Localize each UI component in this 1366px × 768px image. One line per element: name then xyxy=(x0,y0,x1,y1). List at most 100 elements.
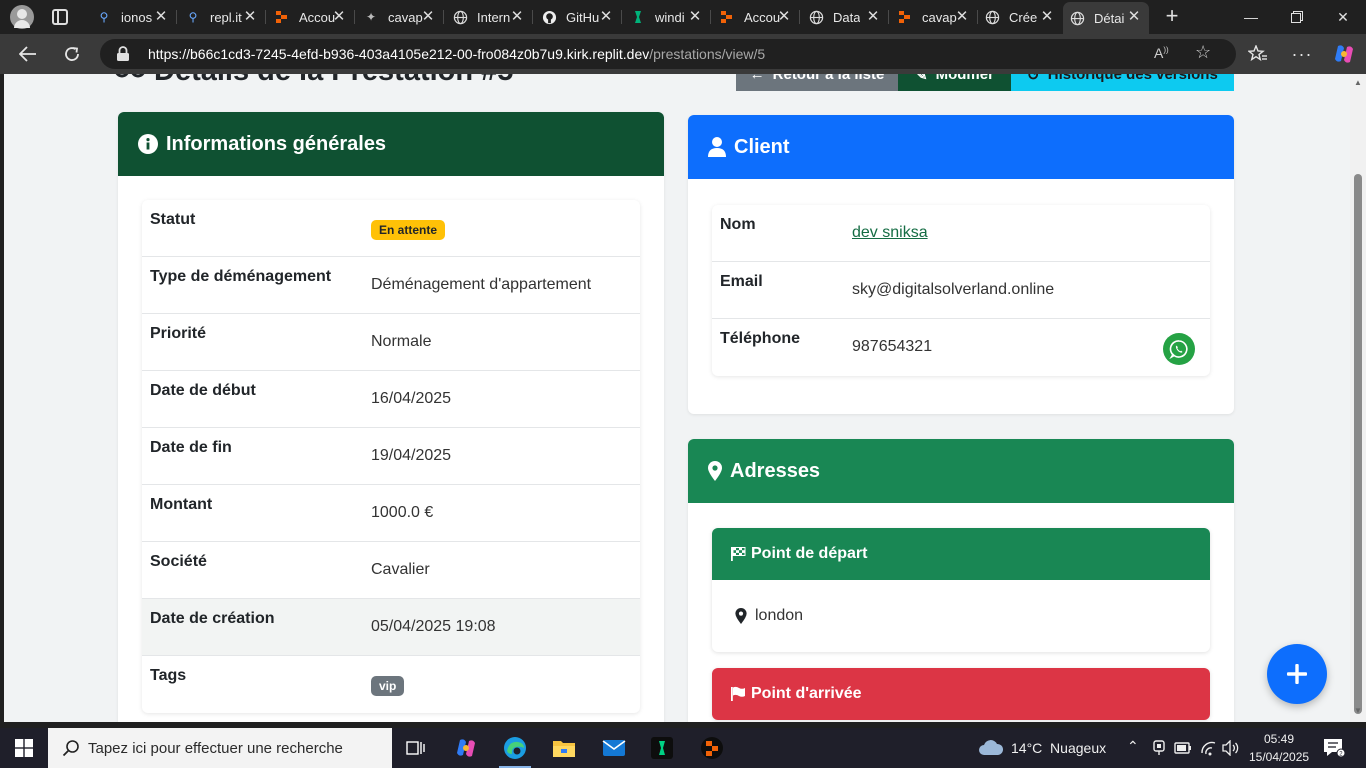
lock-icon[interactable] xyxy=(116,46,130,62)
close-icon[interactable]: ✕ xyxy=(866,9,880,25)
more-menu-icon[interactable]: ··· xyxy=(1288,40,1316,68)
info-row-priority: Priorité Normale xyxy=(142,314,640,371)
page-scrollbar[interactable]: ▲ ▼ xyxy=(1350,74,1366,722)
read-aloud-icon[interactable]: A)) xyxy=(1154,45,1169,61)
reload-icon[interactable] xyxy=(58,40,86,68)
minimize-icon[interactable]: — xyxy=(1228,0,1274,34)
close-icon[interactable]: ✕ xyxy=(332,9,346,25)
replit-app-icon[interactable] xyxy=(688,728,736,768)
browser-tab[interactable]: Crée ✕ xyxy=(978,2,1062,32)
app-leaf-icon[interactable] xyxy=(638,728,686,768)
restore-icon[interactable] xyxy=(1274,0,1320,34)
notification-center-icon[interactable]: 2 xyxy=(1323,738,1346,763)
client-title: Client xyxy=(734,135,790,158)
client-header: Client xyxy=(688,115,1234,179)
info-label: Type de déménagement xyxy=(150,268,332,285)
browser-tab-active[interactable]: Détai ✕ xyxy=(1063,2,1149,34)
browser-tab[interactable]: Accou ✕ xyxy=(266,2,354,32)
info-value: 1000.0 € xyxy=(371,504,434,521)
client-name-link[interactable]: dev sniksa xyxy=(852,224,928,242)
tab-actions-icon[interactable] xyxy=(52,9,68,25)
favorite-star-icon[interactable]: ☆ xyxy=(1195,42,1211,63)
edit-button[interactable]: ✎ Modifier xyxy=(898,74,1011,91)
scroll-up-icon[interactable]: ▲ xyxy=(1354,78,1362,87)
info-label: Montant xyxy=(150,496,213,513)
close-icon[interactable]: ✕ xyxy=(154,9,168,25)
flag-icon xyxy=(730,686,746,702)
weather-text[interactable]: 14°C Nuageux xyxy=(1011,740,1106,756)
add-fab-button[interactable] xyxy=(1267,644,1327,704)
info-row-status: Statut En attente xyxy=(142,200,640,257)
chevron-up-icon[interactable]: ⌃ xyxy=(1127,738,1139,755)
addresses-card: Adresses Point de départ london Point d'… xyxy=(688,439,1234,722)
globe-icon xyxy=(808,9,824,25)
close-icon[interactable]: ✕ xyxy=(1127,9,1141,25)
checkered-flag-icon xyxy=(730,546,746,562)
favorites-icon[interactable] xyxy=(1244,40,1272,68)
window-close-icon[interactable]: ✕ xyxy=(1320,0,1366,34)
edge-browser-icon[interactable] xyxy=(491,728,539,768)
arrow-left-icon: ← xyxy=(749,74,765,83)
back-to-list-button[interactable]: ← Retour à la liste xyxy=(736,74,898,91)
departure-address: london xyxy=(755,607,804,624)
browser-tab[interactable]: windi ✕ xyxy=(622,2,710,32)
tab-label: repl.it xyxy=(210,9,242,25)
browser-tab[interactable]: Accou ✕ xyxy=(711,2,799,32)
tab-label: Accou xyxy=(744,9,781,25)
meet-now-icon[interactable] xyxy=(1152,740,1166,761)
whatsapp-button[interactable] xyxy=(1163,333,1195,365)
search-icon: ⚲ xyxy=(99,10,109,24)
browser-tab[interactable]: ✦ cavap ✕ xyxy=(355,2,443,32)
arrival-card: Point d'arrivée xyxy=(712,668,1210,720)
volume-icon[interactable] xyxy=(1222,739,1240,761)
browser-tab[interactable]: GitHu ✕ xyxy=(533,2,621,32)
wifi-icon[interactable] xyxy=(1200,740,1218,761)
browser-tab[interactable]: ⚲ repl.it ✕ xyxy=(177,2,265,32)
cloud-icon[interactable] xyxy=(978,738,1004,761)
task-view-icon[interactable] xyxy=(392,728,440,768)
url-bar[interactable]: https://b66c1cd3-7245-4efd-b936-403a4105… xyxy=(100,39,1236,69)
info-row-created: Date de création 05/04/2025 19:08 xyxy=(142,599,640,656)
copilot-icon[interactable] xyxy=(1330,40,1358,68)
browser-tab[interactable]: Intern ✕ xyxy=(444,2,532,32)
battery-icon[interactable] xyxy=(1174,741,1192,760)
close-icon[interactable]: ✕ xyxy=(421,9,435,25)
scroll-down-icon[interactable]: ▼ xyxy=(1354,706,1362,715)
close-icon[interactable]: ✕ xyxy=(510,9,524,25)
copilot-app-icon[interactable] xyxy=(442,728,490,768)
file-explorer-icon[interactable] xyxy=(540,728,588,768)
info-label: Tags xyxy=(150,667,187,684)
scrollbar-thumb[interactable] xyxy=(1354,174,1362,714)
client-row-phone: Téléphone 987654321 xyxy=(712,319,1210,376)
info-value: Cavalier xyxy=(371,561,430,578)
globe-icon xyxy=(984,9,1000,25)
back-arrow-icon[interactable] xyxy=(14,40,42,68)
arrival-title: Point d'arrivée xyxy=(751,685,862,702)
leaf-icon xyxy=(630,9,646,25)
clock-time[interactable]: 05:49 xyxy=(1264,732,1294,746)
version-history-button[interactable]: ↺ Historique des versions xyxy=(1011,74,1234,91)
close-icon[interactable]: ✕ xyxy=(599,9,613,25)
browser-tab[interactable]: Data ✕ xyxy=(800,2,888,32)
close-icon[interactable]: ✕ xyxy=(243,9,257,25)
departure-title: Point de départ xyxy=(751,545,868,562)
close-icon[interactable]: ✕ xyxy=(955,9,969,25)
close-icon[interactable]: ✕ xyxy=(1040,9,1054,25)
tab-label: Accou xyxy=(299,9,336,25)
profile-avatar[interactable] xyxy=(10,5,34,29)
replit-icon xyxy=(719,9,735,25)
close-icon[interactable]: ✕ xyxy=(688,9,702,25)
browser-tab[interactable]: ⚲ ionos ✕ xyxy=(88,2,176,32)
edit-icon: ✎ xyxy=(915,74,928,84)
windows-start-icon[interactable] xyxy=(0,728,48,768)
mail-icon[interactable] xyxy=(590,728,638,768)
browser-tab[interactable]: cavap ✕ xyxy=(889,2,977,32)
url-host: https://b66c1cd3-7245-4efd-b936-403a4105… xyxy=(148,46,650,62)
close-icon[interactable]: ✕ xyxy=(777,9,791,25)
new-tab-icon[interactable]: + xyxy=(1160,5,1184,29)
taskbar-search-box[interactable]: Tapez ici pour effectuer une recherche xyxy=(48,728,392,768)
arrival-header: Point d'arrivée xyxy=(712,668,1210,720)
page-viewport: Détails de la Prestation #5 ← Retour à la… xyxy=(4,74,1350,722)
clock-date[interactable]: 15/04/2025 xyxy=(1249,750,1309,764)
client-phone: 987654321 xyxy=(852,338,933,355)
